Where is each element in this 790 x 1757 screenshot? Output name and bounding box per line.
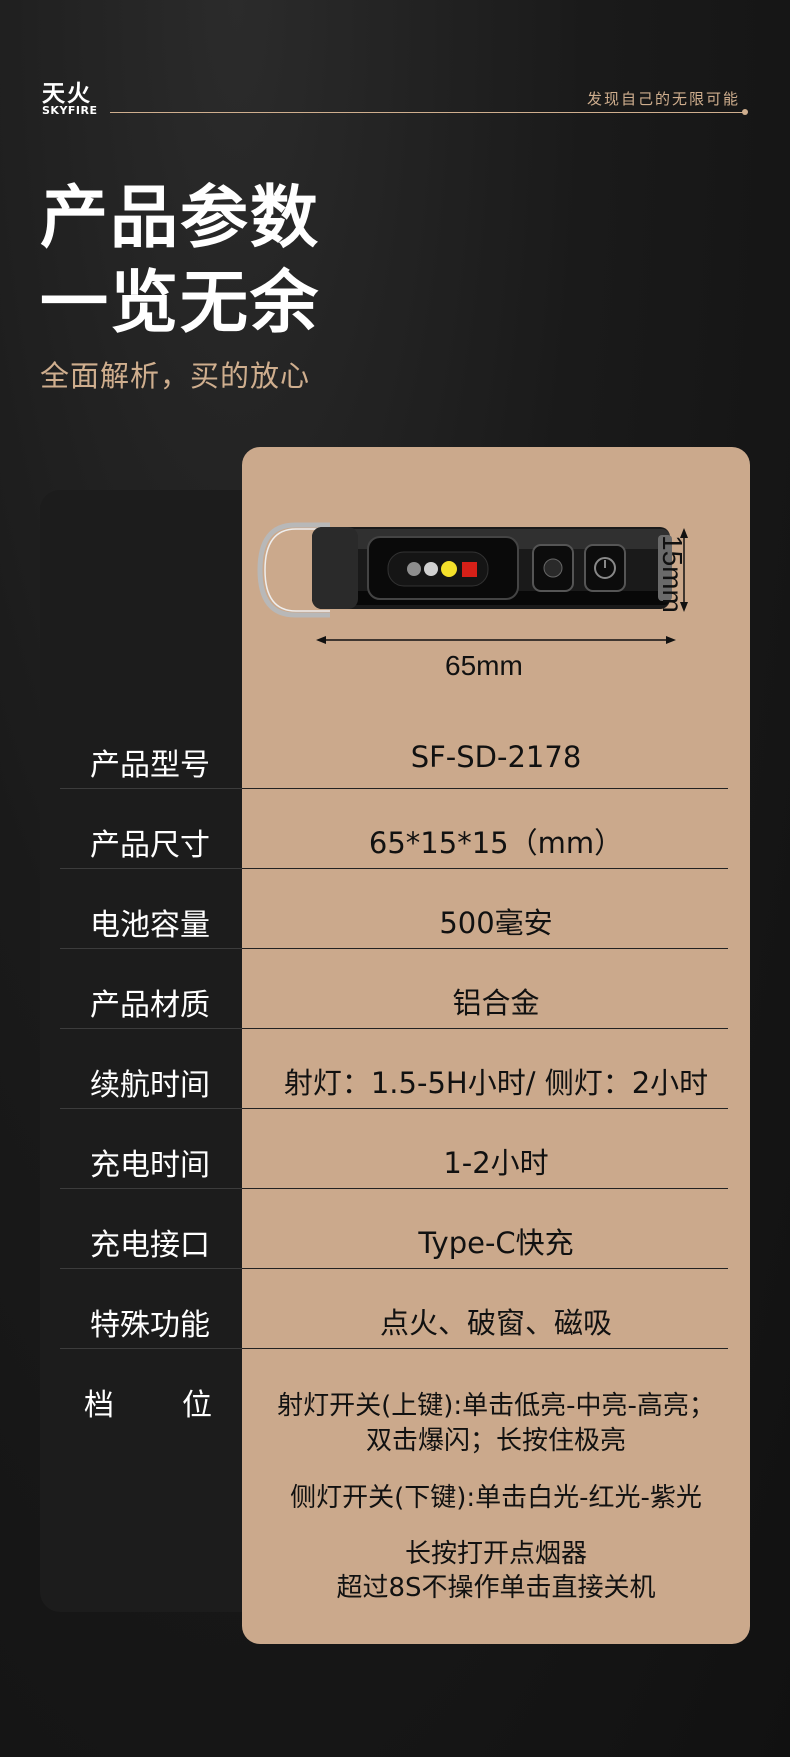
width-label: 65mm (445, 650, 523, 681)
spec-value-charge-port: Type-C快充 (418, 1226, 574, 1260)
spec-value-battery: 500毫安 (439, 906, 553, 940)
row-divider (242, 1108, 728, 1109)
page-title-line2: 一览无余 (40, 264, 321, 343)
modes-line-1: 射灯开关(上键):单击低亮-中亮-高亮； (277, 1391, 715, 1421)
page-subtitle: 全面解析，买的放心 (40, 359, 311, 393)
brand-logo-cn: 天火 (42, 81, 92, 107)
spec-label-material: 产品材质 (90, 988, 210, 1023)
spec-label-charge-time: 充电时间 (90, 1148, 210, 1183)
row-divider (242, 1188, 728, 1189)
spec-value-size: 65*15*15（mm） (368, 826, 624, 860)
spec-label-size: 产品尺寸 (90, 828, 210, 863)
row-divider (242, 1268, 728, 1269)
row-divider (60, 1348, 242, 1349)
row-divider (60, 1188, 242, 1189)
spec-label-runtime: 续航时间 (90, 1068, 210, 1103)
brand-slogan: 发现自己的无限可能 (586, 90, 740, 108)
modes-line-2: 双击爆闪；长按住极亮 (365, 1426, 626, 1456)
spec-label-modes-right: 位 (182, 1388, 212, 1423)
spec-label-modes-left: 档 (84, 1388, 114, 1423)
row-divider (60, 948, 242, 949)
height-label: 15mm (657, 535, 688, 613)
row-divider (242, 948, 728, 949)
row-divider (60, 868, 242, 869)
row-divider (60, 788, 242, 789)
spec-label-features: 特殊功能 (90, 1308, 210, 1343)
row-divider (60, 1028, 242, 1029)
row-divider (242, 1028, 728, 1029)
modes-line-5: 超过8S不操作单击直接关机 (336, 1573, 656, 1603)
row-divider (60, 1268, 242, 1269)
modes-line-3: 侧灯开关(下键):单击白光-红光-紫光 (290, 1483, 702, 1513)
row-divider (242, 1348, 728, 1349)
spec-value-charge-time: 1-2小时 (443, 1146, 549, 1180)
spec-value-model: SF-SD-2178 (410, 740, 582, 774)
row-divider (242, 868, 728, 869)
header-divider (110, 112, 745, 113)
spec-value-features: 点火、破窗、磁吸 (379, 1306, 612, 1340)
red-led (462, 562, 477, 577)
header-divider-dot (742, 109, 748, 115)
row-divider (242, 788, 728, 789)
row-divider (60, 1108, 242, 1109)
spec-label-model: 产品型号 (90, 748, 210, 783)
spec-label-battery: 电池容量 (90, 908, 210, 943)
brand-logo-en: SKYFIRE (42, 104, 98, 117)
spec-value-material: 铝合金 (452, 986, 540, 1020)
width-dimension-arrow (316, 636, 676, 644)
page-title-line1: 产品参数 (40, 179, 321, 258)
spec-label-charge-port: 充电接口 (90, 1228, 210, 1263)
yellow-led (441, 561, 457, 577)
modes-line-4: 长按打开点烟器 (404, 1539, 587, 1569)
spec-value-runtime: 射灯：1.5-5H小时/ 侧灯：2小时 (283, 1066, 709, 1100)
